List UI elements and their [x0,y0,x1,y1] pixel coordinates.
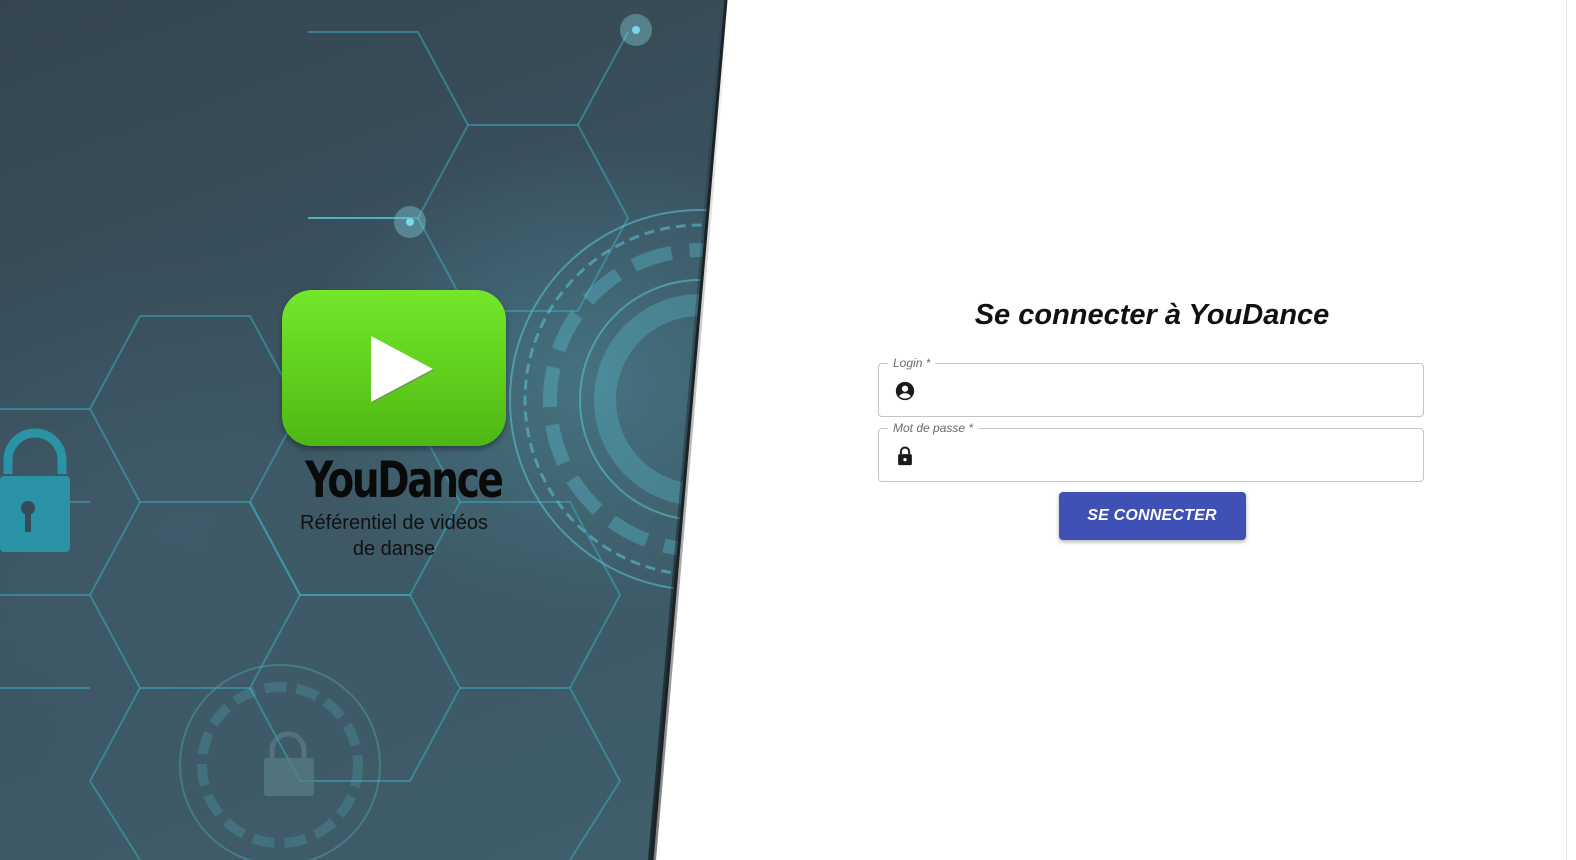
password-field[interactable]: Mot de passe * [878,421,1424,482]
login-input[interactable] [931,376,1415,408]
account-circle-icon [895,381,915,401]
brand-logo: YouDance Référentiel de vidéos de danse [280,290,508,562]
login-button[interactable]: SE CONNECTER [1058,492,1246,540]
login-form: Se connecter à YouDance Login * Mot de p… [878,296,1426,540]
brand-tagline-line2: de danse [352,538,436,560]
brand-name: YouDance [305,451,504,509]
play-logo-icon [282,290,506,446]
button-row: SE CONNECTER [878,492,1426,540]
play-icon [371,336,433,402]
login-field[interactable]: Login * [878,356,1424,417]
scrollbar[interactable] [1566,0,1576,860]
hero-panel: YouDance Référentiel de vidéos de danse [0,0,726,860]
small-padlock-icon [264,731,314,796]
password-label: Mot de passe * [888,421,979,435]
lock-icon [898,446,912,466]
page-title: Se connecter à YouDance [974,299,1330,331]
password-input[interactable] [931,441,1415,473]
login-page: YouDance Référentiel de vidéos de danse … [0,0,1576,860]
padlock-icon [0,428,70,552]
brand-tagline-line1: Référentiel de vidéos [300,512,488,534]
login-label: Login * [888,356,936,370]
